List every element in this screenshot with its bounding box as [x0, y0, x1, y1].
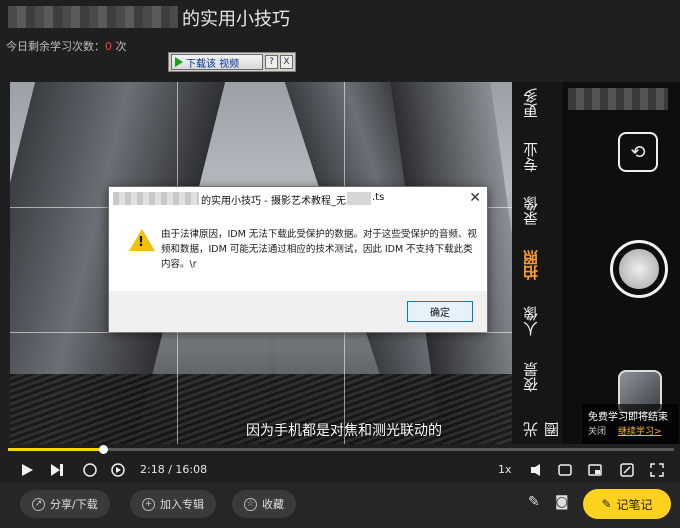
- speed-button[interactable]: 1x: [498, 463, 512, 476]
- page: 的实用小技巧 今日剩余学习次数：0 次 下载该 视频 ? X 更多 专业 录像 …: [0, 0, 680, 528]
- share-download-button[interactable]: ↗ 分享/下载: [20, 490, 110, 518]
- take-notes-label: 记笔记: [616, 497, 653, 512]
- forward-icon[interactable]: [110, 462, 126, 478]
- mode-portrait: 人像: [522, 306, 540, 336]
- dialog-titlebar: 的实用小技巧 - 摄影艺术教程_无 .ts ✕: [109, 187, 487, 211]
- page-title: 的实用小技巧: [182, 9, 290, 30]
- promo-text: 免费学习即将结束: [588, 412, 668, 423]
- favorite-button[interactable]: ☆ 收藏: [232, 490, 296, 518]
- title-row: 的实用小技巧: [0, 0, 680, 36]
- favorite-label: 收藏: [262, 498, 284, 511]
- mode-aperture: 光圈: [522, 422, 561, 438]
- share-icon: ↗: [32, 497, 45, 511]
- quota-unit: 次: [115, 40, 127, 53]
- mode-photo: 拍照: [522, 250, 540, 280]
- add-to-album-button[interactable]: + 加入专辑: [130, 490, 216, 518]
- add-to-album-label: 加入专辑: [160, 498, 204, 511]
- quota-label: 今日剩余学习次数：: [6, 40, 105, 53]
- progress-knob[interactable]: [99, 445, 109, 454]
- next-icon[interactable]: [50, 463, 64, 477]
- mode-more: 更多: [522, 88, 540, 118]
- quota-text: 今日剩余学习次数：0 次: [6, 38, 127, 54]
- progress-bar[interactable]: [8, 445, 674, 454]
- share-download-label: 分享/下载: [50, 498, 98, 511]
- rewind-icon[interactable]: [82, 462, 98, 478]
- shutter-inner: [619, 249, 659, 289]
- title-redacted: [8, 6, 178, 28]
- play-arrow-icon: [175, 57, 183, 67]
- video-subtitle: 因为手机都是对焦和测光联动的: [246, 423, 442, 439]
- idm-download-label: 下载该 视频: [186, 58, 240, 70]
- camera-icon[interactable]: ◙: [555, 494, 569, 510]
- subtitle-toggle-icon[interactable]: [558, 463, 572, 477]
- dialog-title-ext: .ts: [372, 192, 385, 203]
- idm-warning-dialog: 的实用小技巧 - 摄影艺术教程_无 .ts ✕ ! 由于法律原因，IDM 无法下…: [108, 186, 488, 332]
- warning-icon-mark: !: [138, 235, 144, 250]
- volume-icon[interactable]: [530, 463, 544, 477]
- pip-icon[interactable]: [588, 463, 602, 477]
- promo-close-link[interactable]: 关闭: [588, 424, 606, 437]
- star-icon: ☆: [244, 497, 257, 511]
- ok-button[interactable]: 确定: [407, 301, 473, 322]
- player-controls: 2:18 / 16:08 1x: [0, 458, 680, 482]
- mode-strip: 更多 专业 录像 拍照 人像 夜景 光圈: [512, 82, 562, 444]
- dialog-footer: 确定: [109, 291, 487, 332]
- idm-help-button[interactable]: ?: [265, 55, 278, 69]
- webfullscreen-icon[interactable]: [620, 463, 634, 477]
- play-icon[interactable]: [20, 463, 34, 477]
- shutter-icon: [610, 240, 668, 298]
- dialog-close-button[interactable]: ✕: [469, 190, 481, 206]
- dialog-title-redacted-2: [347, 192, 371, 205]
- idm-download-button[interactable]: 下载该 视频: [171, 54, 263, 70]
- mode-night: 夜景: [522, 362, 540, 392]
- pen-icon[interactable]: ✎: [528, 494, 540, 510]
- fullscreen-icon[interactable]: [650, 463, 664, 477]
- idm-close-button[interactable]: X: [280, 55, 293, 69]
- progress-fill: [8, 448, 104, 451]
- time-readout: 2:18 / 16:08: [140, 463, 208, 476]
- quota-value: 0: [105, 40, 112, 53]
- phone-redacted: [568, 88, 668, 110]
- mode-video: 录像: [522, 196, 540, 226]
- phone-camera-panel: 更多 专业 录像 拍照 人像 夜景 光圈 ⟲ 免费学习即将结束 关闭 继续学习>: [512, 82, 680, 444]
- camera-switch-icon: ⟲: [618, 132, 658, 172]
- dialog-title-redacted: [113, 192, 199, 205]
- idm-download-bar: 下载该 视频 ? X: [168, 52, 296, 72]
- dialog-title: 的实用小技巧 - 摄影艺术教程_无: [201, 196, 346, 207]
- bottom-bar: ↗ 分享/下载 + 加入专辑 ☆ 收藏 ✎ ◙ ✎ 记笔记: [0, 482, 680, 528]
- plus-icon: +: [142, 497, 155, 511]
- mode-pro: 专业: [522, 142, 540, 172]
- take-notes-button[interactable]: ✎ 记笔记: [583, 489, 671, 519]
- dialog-body: ! 由于法律原因，IDM 无法下载此受保护的数据。对于这些受保护的音频、视频和数…: [109, 211, 487, 291]
- note-icon: ✎: [601, 497, 612, 511]
- promo-continue-link[interactable]: 继续学习>: [618, 424, 662, 437]
- grid-line-h2: [10, 332, 512, 333]
- trial-promo: 免费学习即将结束 关闭 继续学习>: [582, 404, 678, 444]
- dialog-message: 由于法律原因，IDM 无法下载此受保护的数据。对于这些受保护的音频、视频和数据，…: [161, 229, 477, 270]
